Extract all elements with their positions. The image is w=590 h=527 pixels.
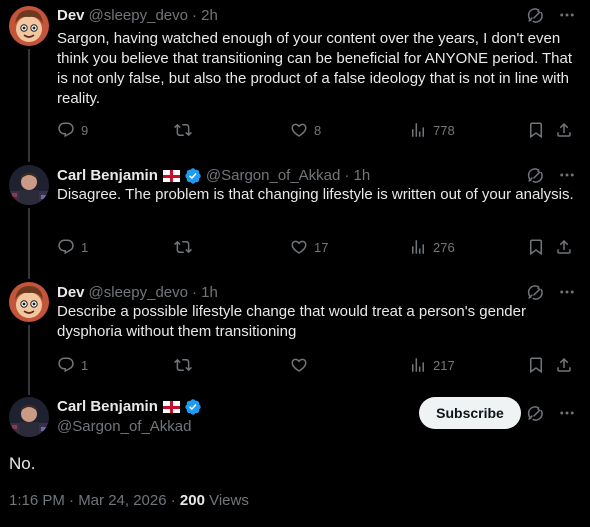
bookmark-icon: [527, 356, 545, 374]
avatar[interactable]: [9, 6, 49, 46]
main-views-label: Views: [204, 492, 249, 509]
like-icon: [290, 356, 308, 374]
views-button[interactable]: 778: [409, 120, 455, 140]
share-button[interactable]: [555, 120, 573, 140]
repost-button[interactable]: [174, 355, 192, 375]
display-name[interactable]: Dev: [57, 6, 85, 26]
bookmark-icon: [527, 121, 545, 139]
reply-icon: [57, 238, 75, 256]
share-icon: [555, 356, 573, 374]
reply-button[interactable]: 9: [57, 120, 88, 140]
tweet[interactable]: Carl Benjamin @Sargon_of_Akkad · 1h Disa…: [0, 160, 590, 277]
like-button[interactable]: [290, 355, 314, 375]
bookmark-icon: [527, 238, 545, 256]
views-icon: [409, 356, 427, 374]
subscribe-button[interactable]: Subscribe: [419, 397, 521, 429]
view-count: 217: [433, 357, 455, 373]
main-timestamp[interactable]: 1:16 PM · Mar 24, 2026 ·: [9, 492, 180, 509]
main-top-icons: [526, 404, 576, 422]
main-display-name-row: Carl Benjamin: [57, 397, 202, 417]
grok-icon[interactable]: [526, 166, 544, 184]
handle[interactable]: @sleepy_devo: [89, 6, 188, 26]
like-icon: [290, 121, 308, 139]
tweet-text: Describe a possible lifestyle change tha…: [57, 303, 526, 340]
flag-england-icon: [162, 170, 180, 182]
like-icon: [290, 238, 308, 256]
flag-england-icon: [162, 401, 180, 413]
main-tweet-text: No.: [9, 454, 36, 473]
tweet-text: Sargon, having watched enough of your co…: [57, 30, 573, 107]
reply-button[interactable]: 1: [57, 355, 88, 375]
grok-icon[interactable]: [526, 404, 544, 422]
like-button[interactable]: 8: [290, 120, 321, 140]
bookmark-button[interactable]: [527, 120, 545, 140]
reply-icon: [57, 356, 75, 374]
avatar[interactable]: [9, 165, 49, 205]
views-icon: [409, 238, 427, 256]
avatar[interactable]: [9, 282, 49, 322]
share-icon: [555, 121, 573, 139]
share-button[interactable]: [555, 355, 573, 375]
reply-count: 9: [81, 122, 89, 138]
view-count: 778: [433, 122, 455, 138]
tweet[interactable]: Dev @sleepy_devo · 1h Describe a possibl…: [0, 277, 590, 394]
main-view-count: 200: [179, 492, 205, 509]
verified-icon[interactable]: [184, 398, 202, 416]
like-count: 8: [314, 122, 322, 138]
main-handle[interactable]: @Sargon_of_Akkad: [57, 417, 191, 437]
tweet-actions: 9 8 778: [57, 120, 577, 140]
tweet[interactable]: Dev @sleepy_devo · 2h Sargon, having wat…: [0, 0, 590, 160]
share-button[interactable]: [555, 237, 573, 257]
repost-button[interactable]: [174, 237, 192, 257]
timestamp[interactable]: · 2h: [192, 6, 218, 26]
grok-icon[interactable]: [526, 283, 544, 301]
like-button[interactable]: 17: [290, 237, 328, 257]
more-icon[interactable]: [558, 6, 576, 24]
more-icon[interactable]: [558, 166, 576, 184]
reply-count: 1: [81, 357, 89, 373]
views-icon: [409, 121, 427, 139]
tweet-header: Dev @sleepy_devo · 2h: [57, 6, 218, 26]
display-name[interactable]: Carl Benjamin: [57, 166, 158, 186]
repost-icon: [174, 356, 192, 374]
main-tweet-footer: 1:16 PM · Mar 24, 2026 · 200 Views: [9, 491, 249, 511]
like-count: 17: [314, 239, 329, 255]
handle[interactable]: @Sargon_of_Akkad: [206, 166, 340, 186]
timestamp[interactable]: · 1h: [344, 166, 370, 186]
views-button[interactable]: 217: [409, 355, 455, 375]
view-count: 276: [433, 239, 455, 255]
grok-icon[interactable]: [526, 6, 544, 24]
repost-button[interactable]: [174, 120, 192, 140]
bookmark-button[interactable]: [527, 355, 545, 375]
timestamp[interactable]: · 1h: [192, 283, 218, 303]
more-icon[interactable]: [558, 283, 576, 301]
tweet-text: Disagree. The problem is that changing l…: [57, 186, 574, 203]
tweet-actions: 1 17 276: [57, 237, 577, 257]
bookmark-button[interactable]: [527, 237, 545, 257]
share-icon: [555, 238, 573, 256]
main-avatar[interactable]: [9, 397, 49, 437]
reply-count: 1: [81, 239, 89, 255]
main-display-name[interactable]: Carl Benjamin: [57, 397, 158, 417]
repost-icon: [174, 121, 192, 139]
tweet-top-icons: [526, 6, 576, 24]
reply-button[interactable]: 1: [57, 237, 88, 257]
more-icon[interactable]: [558, 404, 576, 422]
repost-icon: [174, 238, 192, 256]
handle[interactable]: @sleepy_devo: [89, 283, 188, 303]
tweet-header: Dev @sleepy_devo · 1h: [57, 283, 218, 303]
tweet-top-icons: [526, 166, 576, 184]
display-name[interactable]: Dev: [57, 283, 85, 303]
tweet-top-icons: [526, 283, 576, 301]
reply-icon: [57, 121, 75, 139]
tweet-header: Carl Benjamin @Sargon_of_Akkad · 1h: [57, 166, 370, 186]
verified-icon[interactable]: [184, 167, 202, 185]
tweet-actions: 1 217: [57, 355, 577, 375]
views-button[interactable]: 276: [409, 237, 455, 257]
